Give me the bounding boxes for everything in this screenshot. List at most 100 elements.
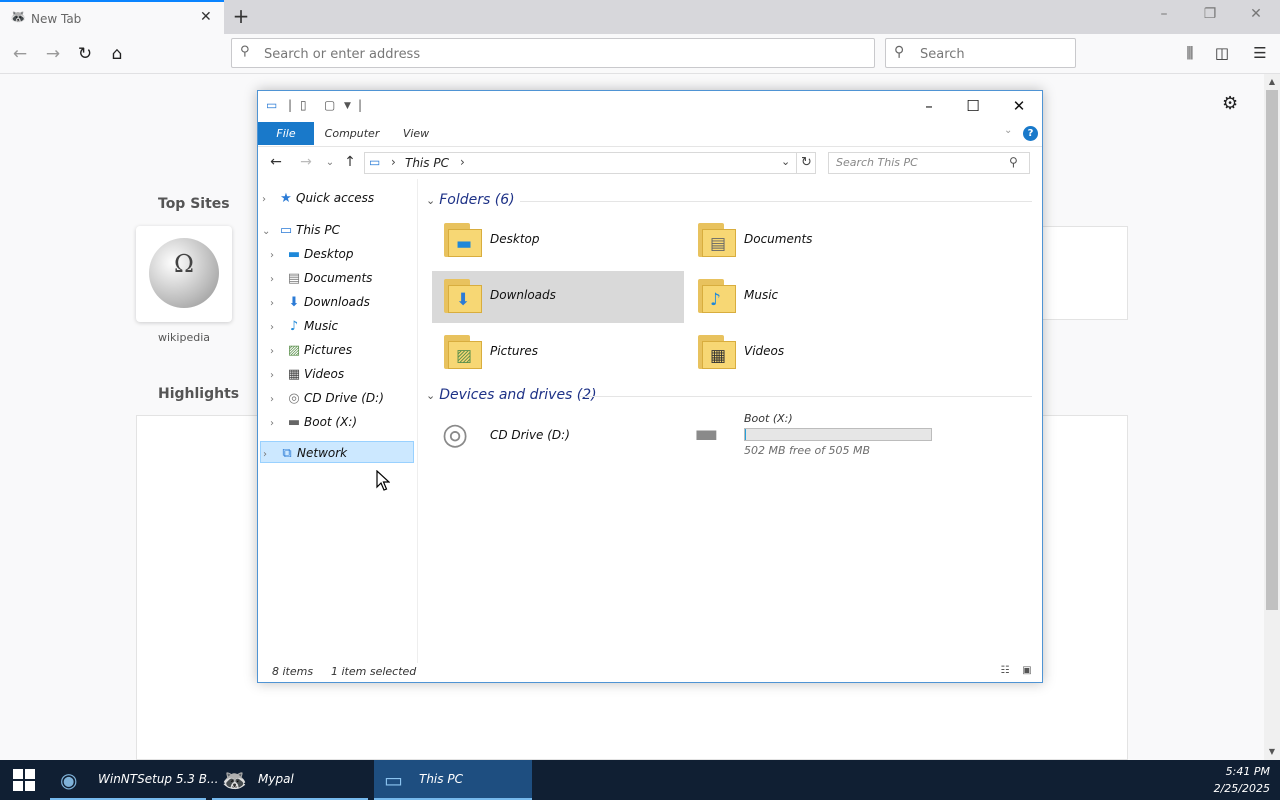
- address-placeholder: Search or enter address: [264, 47, 421, 62]
- top-site-tile-wikipedia[interactable]: Ω: [136, 226, 232, 322]
- tree-item-label: Desktop: [304, 247, 354, 261]
- breadcrumb-chevron-icon[interactable]: ›: [391, 155, 396, 169]
- folder-pictures[interactable]: ▨ Pictures: [432, 327, 684, 379]
- cd-drive-icon: ◎: [288, 391, 300, 406]
- tree-item-desktop[interactable]: › ▬ Desktop: [270, 243, 354, 265]
- sidebar-icon[interactable]: ◫: [1211, 42, 1233, 64]
- music-note-icon: ♪: [698, 279, 736, 313]
- address-bar[interactable]: ⚲ Search or enter address: [231, 38, 875, 68]
- qat-dropdown-icon[interactable]: ▼: [344, 101, 351, 111]
- reload-icon[interactable]: ↻: [73, 42, 97, 66]
- top-site-label[interactable]: wikipedia: [136, 331, 232, 344]
- explorer-title-bar: ▭ | ▯ ▢ ▼ | – ☐ ✕: [258, 91, 1042, 121]
- tree-item-network[interactable]: › ⧉ Network: [260, 441, 414, 463]
- forward-arrow-icon[interactable]: →: [41, 42, 65, 66]
- search-box[interactable]: ⚲ Search: [885, 38, 1076, 68]
- maximize-icon[interactable]: ☐: [958, 94, 988, 118]
- minimize-icon[interactable]: –: [914, 94, 944, 118]
- expand-chevron-icon[interactable]: ›: [270, 365, 284, 387]
- desktop-icon: ▬: [444, 223, 482, 257]
- new-folder-icon[interactable]: ▢: [324, 98, 335, 112]
- expand-chevron-icon[interactable]: ›: [270, 293, 284, 315]
- forward-arrow-icon[interactable]: →: [296, 154, 316, 170]
- file-explorer-window: ▭ | ▯ ▢ ▼ | – ☐ ✕ File Computer View ⌄ ?…: [257, 90, 1043, 683]
- expand-ribbon-icon[interactable]: ⌄: [1004, 125, 1012, 136]
- menu-icon[interactable]: ☰: [1249, 42, 1271, 64]
- address-dropdown-icon[interactable]: ⌄: [781, 155, 790, 168]
- expand-chevron-icon[interactable]: ›: [270, 269, 284, 291]
- tree-item-downloads[interactable]: › ⬇ Downloads: [270, 291, 370, 313]
- new-tab-button[interactable]: +: [230, 4, 252, 28]
- help-icon[interactable]: ?: [1023, 126, 1038, 141]
- minimize-icon[interactable]: –: [1154, 6, 1174, 22]
- taskbar-item-winntsetup[interactable]: ◉ WinNTSetup 5.3 B...: [50, 760, 218, 800]
- home-icon[interactable]: ⌂: [105, 42, 129, 66]
- search-icon: ⚲: [1009, 155, 1018, 169]
- drive-label: Boot (X:): [744, 412, 793, 425]
- taskbar-item-mypal[interactable]: 🦝 Mypal: [212, 760, 368, 800]
- collapse-chevron-icon: ⌄: [426, 389, 436, 402]
- tab-file[interactable]: File: [258, 122, 314, 145]
- tree-item-pictures[interactable]: › ▨ Pictures: [270, 339, 352, 361]
- close-icon[interactable]: ✕: [1004, 94, 1034, 118]
- collapse-chevron-icon[interactable]: ⌄: [262, 221, 276, 243]
- folder-desktop[interactable]: ▬ Desktop: [432, 215, 684, 267]
- start-button[interactable]: [0, 760, 48, 800]
- tree-item-videos[interactable]: › ▦ Videos: [270, 363, 344, 385]
- drive-boot[interactable]: ▬ Boot (X:) 502 MB free of 505 MB: [692, 411, 944, 463]
- tab-view[interactable]: View: [394, 122, 438, 145]
- expand-chevron-icon[interactable]: ›: [262, 189, 276, 211]
- tree-item-label: Downloads: [304, 295, 370, 309]
- folder-label: Music: [744, 288, 779, 302]
- folder-videos[interactable]: ▦ Videos: [686, 327, 938, 379]
- close-window-icon[interactable]: ✕: [1246, 6, 1266, 22]
- taskbar-item-this-pc[interactable]: ▭ This PC: [374, 760, 532, 800]
- back-arrow-icon[interactable]: ←: [266, 154, 286, 170]
- expand-chevron-icon[interactable]: ›: [270, 389, 284, 411]
- devices-group-header[interactable]: ⌄ Devices and drives (2): [426, 387, 597, 403]
- large-icons-view-icon[interactable]: ▣: [1018, 665, 1036, 679]
- expand-chevron-icon[interactable]: ›: [270, 317, 284, 339]
- pictures-icon: ▨: [444, 335, 482, 369]
- folders-group-header[interactable]: ⌄ Folders (6): [426, 192, 515, 208]
- address-box[interactable]: ▭ › This PC › ⌄: [364, 152, 816, 174]
- scroll-up-icon[interactable]: ▲: [1264, 74, 1280, 90]
- up-arrow-icon[interactable]: ↑: [340, 154, 360, 170]
- back-arrow-icon[interactable]: ←: [8, 42, 32, 66]
- tree-item-documents[interactable]: › ▤ Documents: [270, 267, 372, 289]
- expand-chevron-icon[interactable]: ›: [270, 341, 284, 363]
- expand-chevron-icon[interactable]: ›: [263, 444, 277, 466]
- expand-chevron-icon[interactable]: ›: [270, 413, 284, 435]
- drive-cd[interactable]: ◎ CD Drive (D:): [432, 411, 684, 463]
- tree-item-quick-access[interactable]: › ★ Quick access: [262, 187, 374, 209]
- tree-item-this-pc[interactable]: ⌄ ▭ This PC: [262, 219, 340, 241]
- close-tab-icon[interactable]: ✕: [200, 9, 212, 25]
- group-title: Folders (6): [439, 192, 515, 208]
- breadcrumb-chevron-icon[interactable]: ›: [460, 155, 465, 169]
- scrollbar-thumb[interactable]: [1266, 90, 1278, 610]
- folder-downloads[interactable]: ⬇ Downloads: [432, 271, 684, 323]
- tab-computer[interactable]: Computer: [318, 122, 386, 145]
- explorer-search-input[interactable]: Search This PC ⚲: [828, 152, 1030, 174]
- breadcrumb-this-pc[interactable]: This PC: [405, 156, 449, 170]
- folder-music[interactable]: ♪ Music: [686, 271, 938, 323]
- recent-locations-icon[interactable]: ⌄: [320, 157, 340, 168]
- folder-label: Downloads: [490, 288, 556, 302]
- scroll-down-icon[interactable]: ▼: [1264, 744, 1280, 760]
- restore-icon[interactable]: ❐: [1200, 6, 1220, 22]
- computer-icon: ▭: [369, 155, 381, 169]
- tree-item-cd-drive[interactable]: › ◎ CD Drive (D:): [270, 387, 384, 409]
- refresh-icon[interactable]: ↻: [796, 152, 816, 174]
- browser-tab[interactable]: 🦝 New Tab ✕: [0, 0, 224, 34]
- tree-item-boot-drive[interactable]: › ▬ Boot (X:): [270, 411, 357, 433]
- details-view-icon[interactable]: ☷: [996, 665, 1014, 679]
- folder-documents[interactable]: ▤ Documents: [686, 215, 938, 267]
- system-clock[interactable]: 5:41 PM 2/25/2025: [1196, 763, 1270, 797]
- ribbon-tabs: File Computer View ⌄ ?: [258, 122, 1042, 145]
- gear-icon[interactable]: ⚙: [1222, 93, 1238, 114]
- expand-chevron-icon[interactable]: ›: [270, 245, 284, 267]
- group-divider: [520, 201, 1032, 202]
- tree-item-music[interactable]: › ♪ Music: [270, 315, 338, 337]
- library-icon[interactable]: ⫼: [1179, 42, 1201, 64]
- properties-icon[interactable]: ▯: [300, 98, 307, 112]
